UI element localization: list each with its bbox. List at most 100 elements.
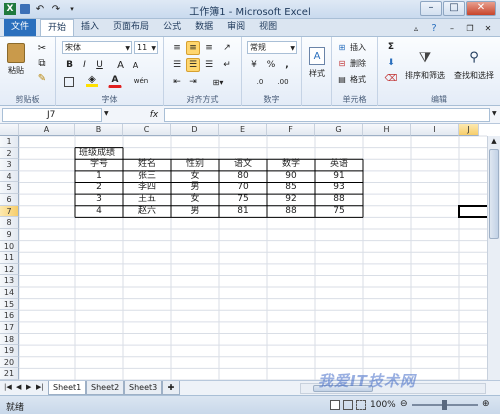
table-data-cell[interactable]: 85 xyxy=(267,182,315,194)
table-data-cell[interactable]: 张三 xyxy=(123,171,171,183)
table-data-cell[interactable]: 90 xyxy=(267,171,315,183)
table-data-cell[interactable]: 男 xyxy=(171,182,219,194)
zoom-level[interactable]: 100% xyxy=(370,400,396,410)
insert-cells-button[interactable]: ⊞ 插入 xyxy=(335,40,375,54)
table-data-cell[interactable]: 女 xyxy=(171,171,219,183)
page-break-view-icon[interactable] xyxy=(356,400,366,410)
row-header-21[interactable]: 21 xyxy=(0,368,19,380)
row-header-11[interactable]: 11 xyxy=(0,252,19,264)
bold-button[interactable]: B xyxy=(63,58,76,72)
table-header-cell[interactable]: 学号 xyxy=(75,159,123,171)
table-data-cell[interactable]: 70 xyxy=(219,182,267,194)
paste-button[interactable]: 粘贴 xyxy=(4,39,28,79)
currency-button[interactable]: ¥ xyxy=(246,58,262,72)
help-icon[interactable]: ? xyxy=(428,22,440,34)
table-data-cell[interactable]: 3 xyxy=(75,194,123,206)
table-header-cell[interactable]: 性别 xyxy=(171,159,219,171)
vertical-scrollbar[interactable]: ▲ xyxy=(487,136,500,380)
insert-function-button[interactable]: fx xyxy=(146,108,162,122)
expand-formula-bar-icon[interactable]: ▼ xyxy=(492,110,497,117)
minimize-ribbon-icon[interactable]: ▵ xyxy=(410,22,422,34)
table-header-cell[interactable]: 姓名 xyxy=(123,159,171,171)
table-header-cell[interactable]: 英语 xyxy=(315,159,363,171)
table-data-cell[interactable]: 李四 xyxy=(123,182,171,194)
zoom-slider[interactable] xyxy=(412,400,478,410)
name-box[interactable]: J7 xyxy=(2,108,102,122)
align-left-button[interactable]: ☰ xyxy=(170,58,184,72)
row-header-13[interactable]: 13 xyxy=(0,275,19,288)
font-color-button[interactable]: A xyxy=(108,74,122,88)
table-data-cell[interactable]: 81 xyxy=(219,206,267,218)
page-layout-view-icon[interactable] xyxy=(343,400,353,410)
table-header-cell[interactable]: 数学 xyxy=(267,159,315,171)
row-header-6[interactable]: 6 xyxy=(0,194,19,206)
row-header-7[interactable]: 7 xyxy=(0,205,19,218)
name-box-dropdown-icon[interactable]: ▼ xyxy=(104,110,109,117)
formula-input[interactable] xyxy=(164,108,490,122)
align-bottom-button[interactable]: ≡ xyxy=(202,41,216,55)
column-header-g[interactable]: G xyxy=(315,124,363,136)
row-header-14[interactable]: 14 xyxy=(0,287,19,299)
sheet-tab-sheet2[interactable]: Sheet2 xyxy=(86,381,125,395)
row-header-15[interactable]: 15 xyxy=(0,298,19,311)
maximize-button[interactable]: □ xyxy=(443,1,465,16)
sheet-tab-sheet3[interactable]: Sheet3 xyxy=(124,381,163,395)
autosum-button[interactable]: Σ xyxy=(382,40,400,54)
select-all-corner[interactable] xyxy=(0,124,19,136)
prev-sheet-icon[interactable]: ◀ xyxy=(16,383,21,391)
styles-button[interactable]: A 样式 xyxy=(305,41,329,85)
italic-button[interactable]: I xyxy=(78,58,91,72)
column-header-j[interactable]: J xyxy=(459,124,479,136)
align-top-button[interactable]: ≡ xyxy=(170,41,184,55)
row-header-16[interactable]: 16 xyxy=(0,310,19,322)
phonetic-button[interactable]: wén xyxy=(130,74,152,88)
font-name-select[interactable]: 宋体 ▼ xyxy=(62,41,132,54)
percent-button[interactable]: % xyxy=(264,58,278,72)
first-sheet-icon[interactable]: |◀ xyxy=(4,383,12,391)
workbook-close-icon[interactable]: ✕ xyxy=(482,22,494,34)
column-header-i[interactable]: I xyxy=(411,124,459,136)
row-header-18[interactable]: 18 xyxy=(0,333,19,346)
normal-view-icon[interactable] xyxy=(330,400,340,410)
table-data-cell[interactable]: 75 xyxy=(315,206,363,218)
table-data-cell[interactable]: 88 xyxy=(267,206,315,218)
tab-formulas[interactable]: 公式 xyxy=(156,19,188,36)
copy-icon[interactable]: ⧉ xyxy=(36,57,48,69)
column-header-e[interactable]: E xyxy=(219,124,267,136)
find-select-button[interactable]: ⚲ 查找和选择 xyxy=(450,39,498,89)
minimize-button[interactable]: – xyxy=(420,1,442,16)
align-middle-button[interactable]: ≡ xyxy=(186,41,200,55)
table-data-cell[interactable]: 1 xyxy=(75,171,123,183)
table-data-cell[interactable]: 91 xyxy=(315,171,363,183)
format-cells-button[interactable]: ▤ 格式 xyxy=(335,72,375,86)
row-header-19[interactable]: 19 xyxy=(0,345,19,357)
row-header-4[interactable]: 4 xyxy=(0,170,19,183)
scroll-up-arrow[interactable]: ▲ xyxy=(488,136,500,147)
table-data-cell[interactable]: 赵六 xyxy=(123,206,171,218)
row-header-9[interactable]: 9 xyxy=(0,228,19,241)
cut-icon[interactable]: ✂ xyxy=(36,42,48,54)
row-header-17[interactable]: 17 xyxy=(0,321,19,334)
insert-sheet-button[interactable]: ✚ xyxy=(162,381,180,395)
table-header-cell[interactable]: 语文 xyxy=(219,159,267,171)
table-title-cell[interactable]: 班级成绩 xyxy=(75,148,123,160)
clear-button[interactable]: ⌫ xyxy=(382,72,400,86)
decrease-decimal-button[interactable]: .00 xyxy=(272,75,294,89)
tab-home[interactable]: 开始 xyxy=(40,19,75,36)
table-data-cell[interactable]: 女 xyxy=(171,194,219,206)
table-data-cell[interactable]: 2 xyxy=(75,182,123,194)
format-painter-icon[interactable]: ✎ xyxy=(36,72,48,84)
wrap-text-button[interactable]: ↵ xyxy=(220,58,234,72)
align-center-button[interactable]: ☰ xyxy=(186,58,200,72)
workbook-restore-icon[interactable]: ❐ xyxy=(464,22,476,34)
fill-button[interactable]: ⬇ xyxy=(382,56,400,70)
last-sheet-icon[interactable]: ▶| xyxy=(36,383,44,391)
row-header-8[interactable]: 8 xyxy=(0,217,19,229)
merge-center-button[interactable]: ⊞▾ xyxy=(204,75,232,89)
sort-filter-button[interactable]: ⧩ 排序和筛选 xyxy=(402,39,448,89)
table-data-cell[interactable]: 80 xyxy=(219,171,267,183)
workbook-minimize-icon[interactable]: – xyxy=(446,22,458,34)
zoom-in-icon[interactable]: ⊕ xyxy=(482,399,490,409)
tab-insert[interactable]: 插入 xyxy=(74,19,106,36)
orientation-button[interactable]: ↗ xyxy=(220,41,234,55)
